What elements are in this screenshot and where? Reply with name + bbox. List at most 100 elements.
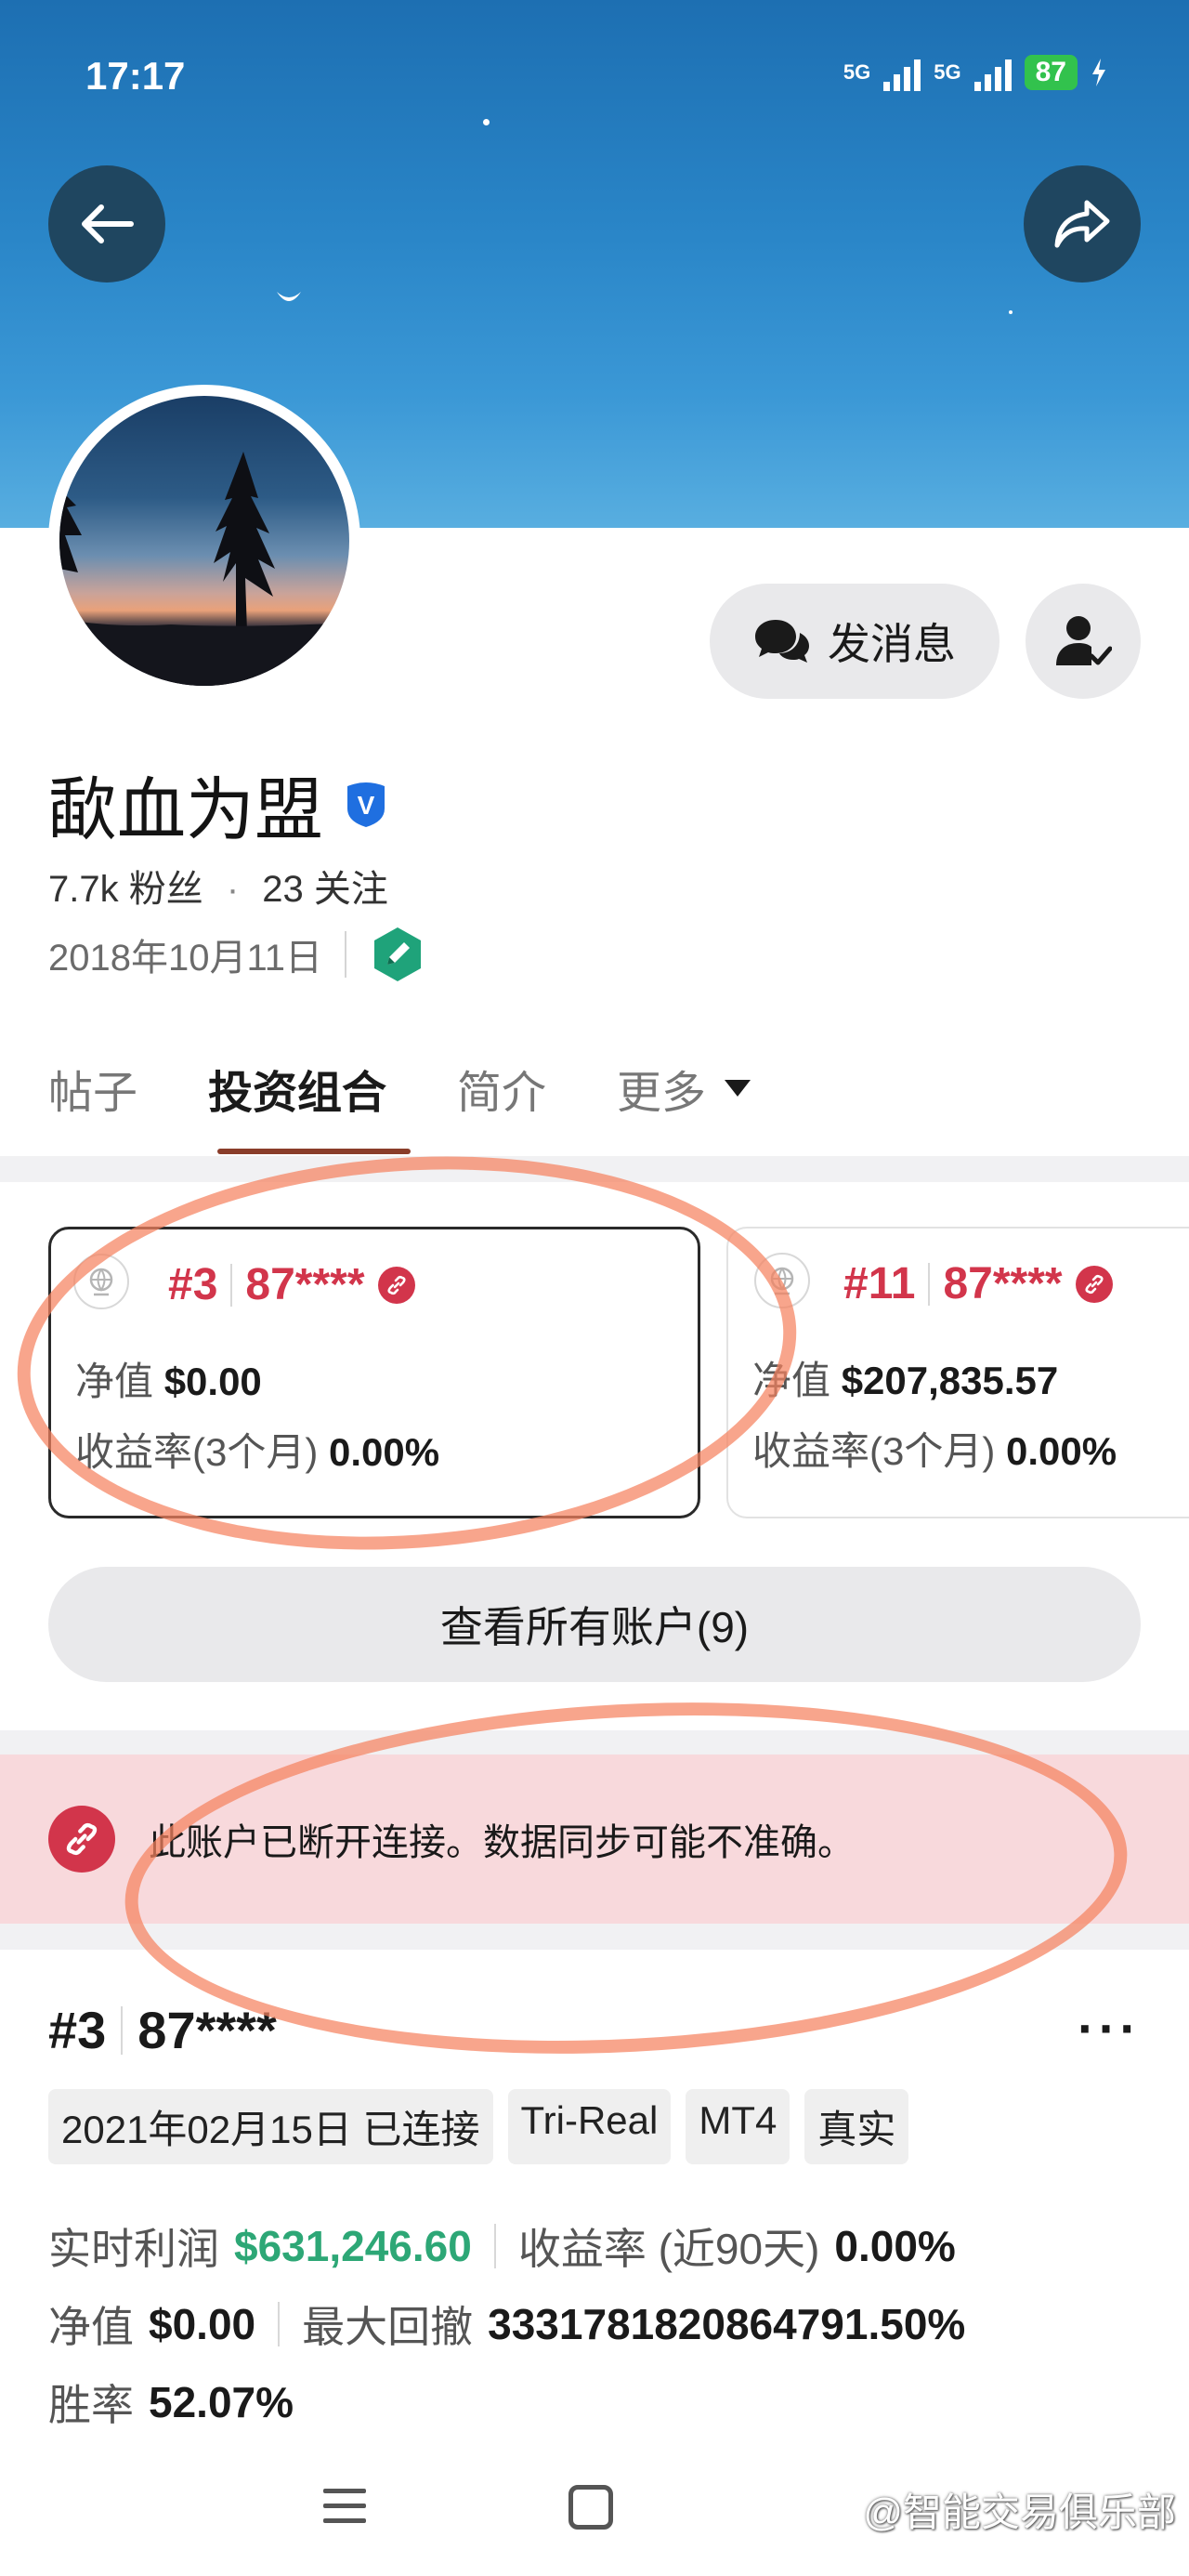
status-time: 17:17 bbox=[85, 54, 186, 98]
equity-label: 净值 bbox=[752, 1359, 831, 1402]
return-value: 0.00% bbox=[329, 1430, 440, 1474]
tab-more[interactable]: 更多 bbox=[617, 1056, 752, 1121]
divider bbox=[493, 2224, 496, 2268]
equity-row: 净值 $0.00 bbox=[75, 1350, 262, 1407]
account-rank: #11 bbox=[843, 1259, 916, 1308]
tab-portfolio[interactable]: 投资组合 bbox=[208, 1056, 386, 1121]
return-value: 0.00% bbox=[1006, 1429, 1117, 1473]
realtime-profit-value: $631,246.60 bbox=[234, 2222, 472, 2270]
divider bbox=[230, 1263, 233, 1307]
divider bbox=[928, 1262, 931, 1306]
account-id: 87**** bbox=[137, 2001, 277, 2059]
divider bbox=[121, 2005, 124, 2055]
profile-name: 歃血为盟 bbox=[48, 771, 323, 848]
view-all-accounts-button[interactable]: 查看所有账户(9) bbox=[48, 1567, 1141, 1682]
stats-dot: · bbox=[226, 869, 240, 910]
return-90-label: 收益率 (近90天) bbox=[517, 2225, 820, 2273]
send-message-button[interactable]: 发消息 bbox=[710, 584, 1000, 699]
equity-value: $0.00 bbox=[163, 1360, 262, 1403]
divider bbox=[345, 931, 346, 978]
tag-chip: Tri-Real bbox=[507, 2089, 672, 2164]
link-icon bbox=[377, 1266, 415, 1304]
equity-value: $0.00 bbox=[149, 2300, 256, 2348]
globe-icon bbox=[754, 1253, 810, 1308]
return-label: 收益率(3个月) bbox=[75, 1430, 319, 1474]
profile-tabs: 帖子 投资组合 简介 更多 bbox=[48, 1056, 752, 1121]
account-tags: 2021年02月15日 已连接 Tri-Real MT4 真实 bbox=[48, 2089, 909, 2164]
verified-badge-icon: V bbox=[347, 782, 385, 827]
realtime-profit-label: 实时利润 bbox=[48, 2225, 219, 2273]
alert-text: 此账户已断开连接。数据同步可能不准确。 bbox=[149, 1822, 855, 1863]
account-id: 87**** bbox=[245, 1260, 365, 1309]
avatar[interactable] bbox=[48, 385, 360, 697]
signal-icon bbox=[883, 54, 921, 91]
star bbox=[1009, 310, 1013, 314]
following-count[interactable]: 23 关注 bbox=[262, 869, 388, 910]
equity-value: $207,835.57 bbox=[841, 1359, 1059, 1402]
profile-stats: 7.7k 粉丝 · 23 关注 bbox=[48, 859, 388, 913]
followers-count[interactable]: 7.7k 粉丝 bbox=[48, 869, 203, 910]
tag-chip: MT4 bbox=[686, 2089, 790, 2164]
send-message-label: 发消息 bbox=[828, 620, 956, 668]
back-button[interactable] bbox=[48, 165, 165, 283]
win-rate-label: 胜率 bbox=[48, 2381, 134, 2429]
account-id: 87**** bbox=[943, 1259, 1063, 1308]
return-label: 收益率(3个月) bbox=[752, 1429, 996, 1473]
win-rate-value: 52.07% bbox=[149, 2378, 294, 2426]
account-card[interactable]: #11 87**** 净值 $207,835.57 收益率(3个月) 0.00% bbox=[726, 1227, 1189, 1518]
star bbox=[483, 119, 490, 125]
return-90-value: 0.00% bbox=[834, 2222, 956, 2270]
network-label: 5G bbox=[934, 60, 961, 84]
equity-label: 净值 bbox=[48, 2303, 134, 2351]
pencil-badge-icon[interactable] bbox=[369, 926, 426, 983]
tab-posts[interactable]: 帖子 bbox=[48, 1056, 137, 1121]
moon-icon bbox=[277, 292, 301, 301]
account-rank: #3 bbox=[48, 2001, 107, 2059]
triangle-down-icon bbox=[725, 1080, 751, 1097]
battery-indicator: 87 bbox=[1024, 55, 1078, 90]
watermark: @智能交易俱乐部 bbox=[863, 2491, 1176, 2534]
account-rank: #3 bbox=[168, 1260, 218, 1309]
metrics-row: 实时利润 $631,246.60 收益率 (近90天) 0.00% bbox=[48, 2215, 956, 2277]
avatar-image bbox=[59, 396, 349, 686]
equity-label: 净值 bbox=[75, 1360, 154, 1403]
globe-icon bbox=[73, 1254, 129, 1309]
more-options-button[interactable]: ··· bbox=[1078, 1998, 1141, 2058]
arrow-left-icon bbox=[82, 204, 134, 243]
disconnected-alert: 此账户已断开连接。数据同步可能不准确。 bbox=[0, 1755, 1189, 1924]
link-icon bbox=[48, 1806, 115, 1873]
return-row: 收益率(3个月) 0.00% bbox=[75, 1421, 439, 1478]
svg-text:V: V bbox=[358, 791, 375, 820]
max-drawdown-label: 最大回撤 bbox=[302, 2303, 474, 2351]
return-row: 收益率(3个月) 0.00% bbox=[752, 1420, 1117, 1477]
account-header: #3 87**** bbox=[168, 1259, 415, 1310]
share-button[interactable] bbox=[1024, 165, 1141, 283]
home-icon[interactable] bbox=[568, 2485, 613, 2530]
signal-icon bbox=[973, 54, 1012, 91]
tag-chip: 2021年02月15日 已连接 bbox=[48, 2089, 493, 2164]
link-icon bbox=[1075, 1265, 1113, 1303]
account-card[interactable]: #3 87**** 净值 $0.00 收益率(3个月) 0.00% bbox=[48, 1227, 700, 1518]
tag-chip: 真实 bbox=[804, 2089, 909, 2164]
joined-date: 2018年10月11日 bbox=[48, 938, 322, 979]
divider bbox=[278, 2302, 281, 2346]
max-drawdown-value: 3331781820864791.50% bbox=[488, 2300, 966, 2348]
joined-row: 2018年10月11日 bbox=[48, 926, 426, 983]
active-tab-indicator bbox=[217, 1149, 411, 1154]
metrics-row: 净值 $0.00 最大回撤 3331781820864791.50% bbox=[48, 2293, 965, 2355]
tab-bio[interactable]: 简介 bbox=[457, 1056, 546, 1121]
account-detail-title: #3 87**** bbox=[48, 2000, 277, 2060]
status-icons: 5G 5G 87 bbox=[843, 54, 1107, 91]
system-nav-bar: @智能交易俱乐部 bbox=[0, 2453, 1189, 2576]
section-divider bbox=[0, 1730, 1189, 1755]
tab-more-label: 更多 bbox=[617, 1069, 707, 1118]
menu-icon[interactable] bbox=[323, 2489, 366, 2533]
charging-icon bbox=[1092, 59, 1105, 86]
metrics-row: 胜率 52.07% bbox=[48, 2372, 294, 2433]
section-divider bbox=[0, 1924, 1189, 1950]
person-check-icon bbox=[1056, 616, 1112, 665]
share-arrow-icon bbox=[1054, 200, 1110, 248]
follow-button[interactable] bbox=[1026, 584, 1141, 699]
account-header: #11 87**** bbox=[843, 1258, 1113, 1309]
equity-row: 净值 $207,835.57 bbox=[752, 1349, 1058, 1406]
